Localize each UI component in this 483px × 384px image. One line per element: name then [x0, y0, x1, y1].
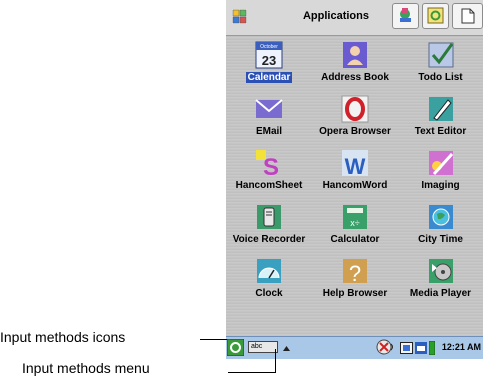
svg-text:W: W: [345, 154, 366, 178]
input-methods-menu-arrow-icon[interactable]: [282, 345, 291, 352]
app-media-player[interactable]: Media Player: [398, 252, 483, 306]
clock-icon: [257, 259, 281, 283]
app-help-browser[interactable]: ? Help Browser: [312, 252, 398, 306]
app-label: HancomSheet: [235, 180, 303, 191]
svg-text:S: S: [263, 154, 279, 178]
app-hancomsheet[interactable]: S HancomSheet: [226, 144, 312, 198]
app-label: HancomWord: [322, 180, 388, 191]
document-button[interactable]: [452, 3, 483, 29]
app-label: EMail: [255, 126, 283, 137]
callout-line: [275, 349, 276, 373]
svg-text:?: ?: [349, 261, 361, 286]
app-city-time[interactable]: City Time: [398, 198, 483, 252]
launcher-menu-icon[interactable]: [232, 9, 247, 24]
app-clock[interactable]: Clock: [226, 252, 312, 306]
app-todo-list[interactable]: Todo List: [398, 36, 483, 90]
app-opera-browser[interactable]: Opera Browser: [312, 90, 398, 144]
keyboard-input-icon[interactable]: abc: [248, 341, 278, 353]
hancomsheet-icon: S: [256, 150, 279, 178]
volume-muted-icon[interactable]: [376, 339, 398, 357]
svg-text:23: 23: [262, 53, 276, 68]
app-label: Address Book: [321, 72, 389, 83]
svg-text:October: October: [260, 44, 278, 50]
callout-line: [228, 372, 275, 373]
calendar-icon: October 23: [255, 41, 283, 69]
document-icon: [461, 8, 475, 24]
app-label: City Time: [418, 234, 463, 245]
callout-input-methods-icons: Input methods icons: [0, 329, 126, 345]
text-editor-icon: [429, 97, 453, 121]
media-player-icon: [429, 259, 453, 283]
apps-icon: [400, 8, 411, 22]
page-title: Applications: [302, 10, 369, 22]
app-label: Opera Browser: [319, 126, 391, 137]
callout-line: [200, 339, 227, 340]
app-grid-area: October 23 Calendar Address Book Todo Li…: [226, 36, 483, 336]
clock-time[interactable]: 12:21 AM: [442, 342, 481, 352]
calculator-icon: x÷: [343, 205, 367, 229]
email-icon: [255, 99, 283, 118]
pda-screen: Applications October 23 Calendar Address…: [226, 0, 483, 359]
settings-icon: [427, 7, 444, 24]
title-bar: Applications: [226, 0, 483, 36]
svg-text:x÷: x÷: [350, 218, 360, 228]
settings-button[interactable]: [422, 3, 449, 29]
todo-list-icon: [428, 42, 454, 68]
app-email[interactable]: EMail: [226, 90, 312, 144]
screen-icon[interactable]: [400, 342, 413, 354]
app-voice-recorder[interactable]: Voice Recorder: [226, 198, 312, 252]
app-label: Calendar: [245, 72, 293, 83]
app-calculator[interactable]: x÷ Calculator: [312, 198, 398, 252]
hancomword-icon: W: [342, 150, 368, 178]
app-label: Voice Recorder: [232, 234, 306, 245]
city-time-icon: [429, 205, 453, 229]
input-method-toggle-icon[interactable]: [227, 339, 244, 356]
battery-icon[interactable]: [429, 341, 435, 355]
app-calendar[interactable]: October 23 Calendar: [226, 36, 312, 90]
app-imaging[interactable]: Imaging: [398, 144, 483, 198]
callout-input-methods-menu: Input methods menu: [22, 360, 150, 376]
app-label: Todo List: [418, 72, 463, 83]
network-icon[interactable]: [415, 342, 427, 354]
address-book-icon: [343, 42, 367, 68]
input-method-text: abc: [251, 343, 263, 350]
voice-recorder-icon: [257, 205, 281, 229]
app-address-book[interactable]: Address Book: [312, 36, 398, 90]
opera-browser-icon: [341, 95, 369, 123]
taskbar: abc 12:21 AM: [226, 336, 483, 359]
app-hancomword[interactable]: W HancomWord: [312, 144, 398, 198]
view-button[interactable]: [392, 3, 419, 29]
app-label: Media Player: [409, 288, 472, 299]
app-label: Text Editor: [414, 126, 467, 137]
app-label: Help Browser: [322, 288, 388, 299]
help-browser-icon: ?: [343, 259, 367, 286]
app-label: Imaging: [421, 180, 460, 191]
app-label: Calculator: [330, 234, 380, 245]
app-text-editor[interactable]: Text Editor: [398, 90, 483, 144]
app-label: Clock: [255, 288, 283, 299]
imaging-icon: [429, 151, 454, 176]
